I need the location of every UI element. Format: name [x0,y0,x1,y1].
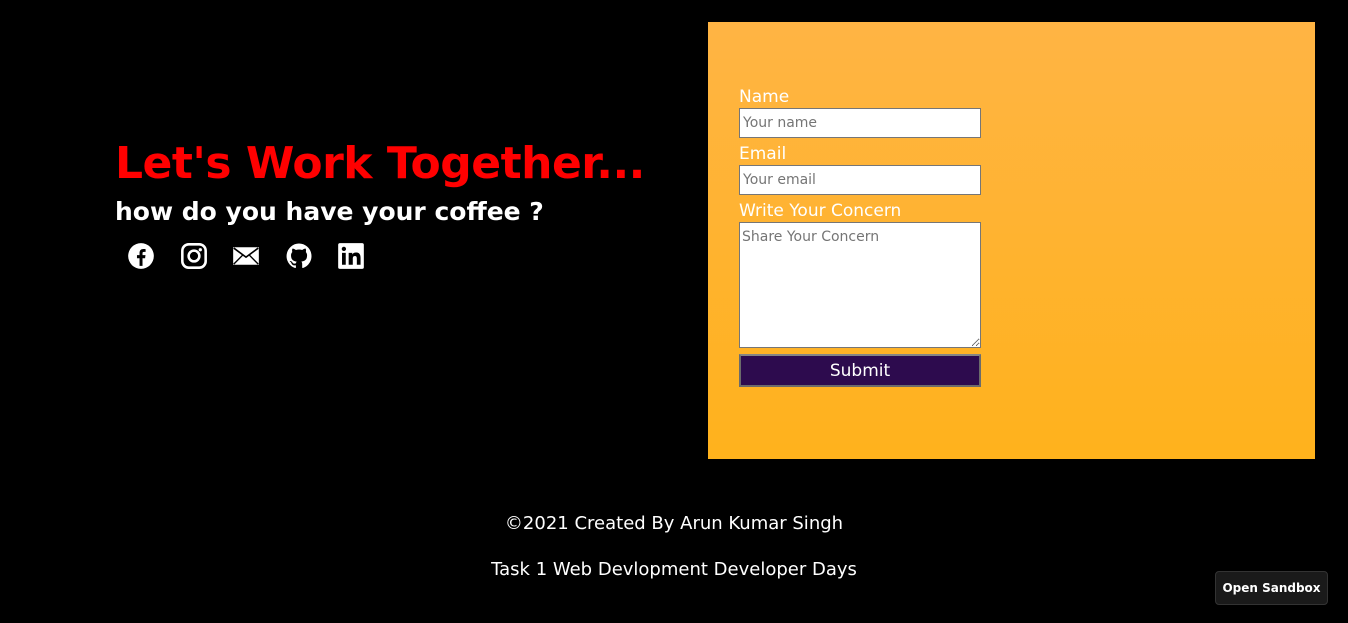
hero-section: Let's Work Together... how do you have y… [115,136,645,270]
name-input[interactable] [739,108,981,138]
facebook-icon[interactable] [127,242,155,270]
hero-title: Let's Work Together... [115,138,645,189]
hero-subtitle: how do you have your coffee ? [115,197,544,226]
open-sandbox-button[interactable]: Open Sandbox [1215,571,1328,605]
social-links [127,242,645,270]
linkedin-icon[interactable] [337,242,365,270]
concern-textarea[interactable] [739,222,981,348]
footer-task: Task 1 Web Devlopment Developer Days [491,559,857,580]
email-input[interactable] [739,165,981,195]
name-label: Name [739,87,790,107]
contact-form: Name Email Write Your Concern Submit [739,86,981,387]
concern-label: Write Your Concern [739,201,902,221]
footer-credit: ©2021 Created By Arun Kumar Singh [504,513,844,534]
contact-form-panel: Name Email Write Your Concern Submit [708,22,1315,459]
github-icon[interactable] [285,242,313,270]
email-label: Email [739,144,787,164]
page: Let's Work Together... how do you have y… [0,0,1348,623]
mail-icon[interactable] [232,242,260,270]
submit-button[interactable]: Submit [739,354,981,387]
instagram-icon[interactable] [180,242,208,270]
